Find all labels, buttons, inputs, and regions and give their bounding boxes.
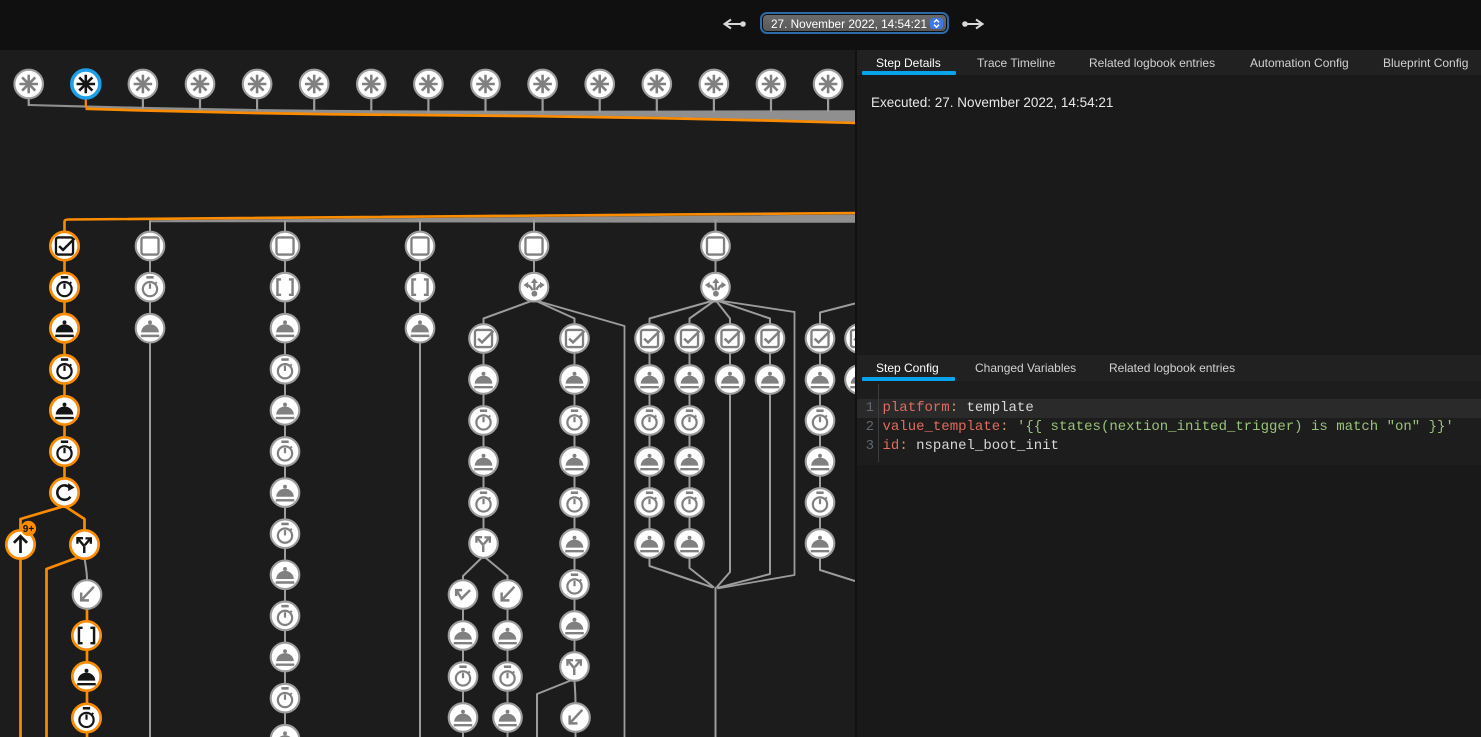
svg-text:9+: 9+ [23, 524, 35, 535]
